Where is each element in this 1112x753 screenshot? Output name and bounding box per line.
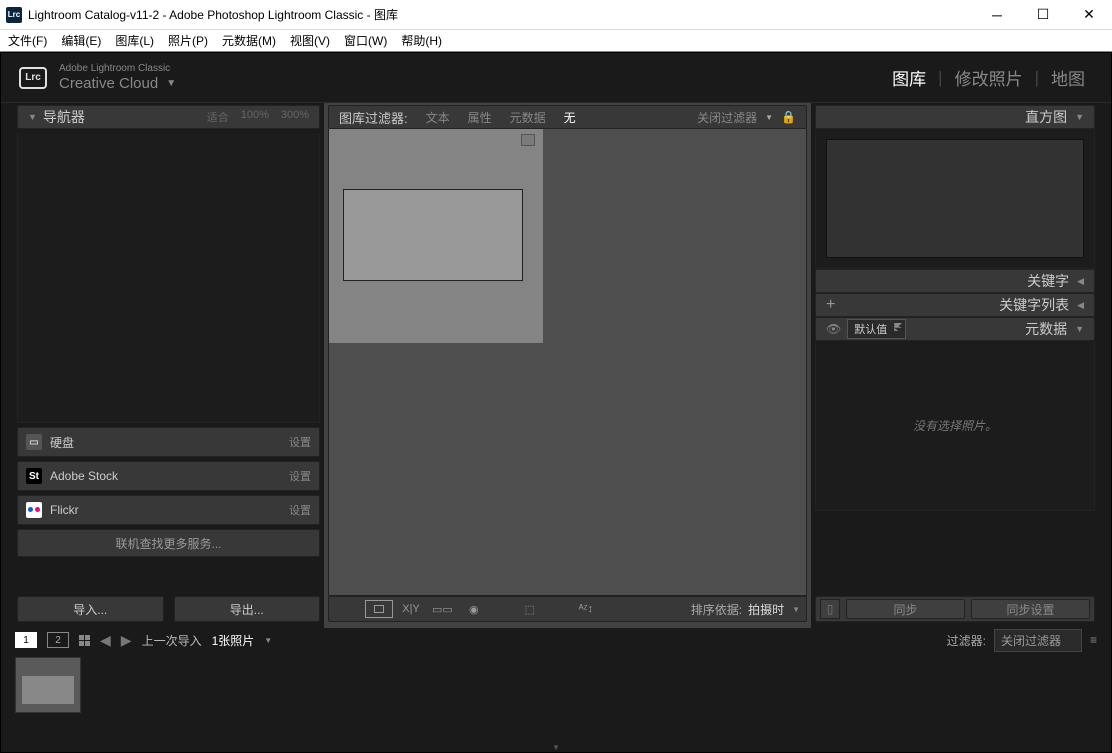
filter-meta[interactable]: 元数据 xyxy=(510,109,546,126)
loupe-view-icon[interactable] xyxy=(365,600,393,618)
triangle-down-icon: ▼ xyxy=(1075,324,1084,334)
photo-count: 1张照片 xyxy=(212,632,255,649)
export-button[interactable]: 导出... xyxy=(174,596,321,622)
menu-edit[interactable]: 编辑(E) xyxy=(61,32,101,49)
lock-icon[interactable]: 🔒 xyxy=(781,110,796,124)
navigator-preview[interactable] xyxy=(17,133,320,423)
maximize-button[interactable]: ☐ xyxy=(1020,0,1066,30)
harddisk-icon: ▭ xyxy=(26,434,42,450)
compare-view-icon[interactable]: X|Y xyxy=(399,600,423,618)
thumbnail-image[interactable] xyxy=(343,189,523,281)
import-button[interactable]: 导入... xyxy=(17,596,164,622)
sort-value[interactable]: 拍摄时 xyxy=(748,601,784,618)
chevron-down-icon[interactable]: ▼ xyxy=(264,636,272,645)
window-titlebar: Lrc Lightroom Catalog-v11-2 - Adobe Phot… xyxy=(0,0,1112,30)
zoom-100[interactable]: 100% xyxy=(241,109,269,125)
histogram-header[interactable]: 直方图 ▼ xyxy=(815,105,1095,129)
menu-file[interactable]: 文件(F) xyxy=(8,32,47,49)
triangle-left-icon: ◀ xyxy=(1077,300,1084,311)
filter-none[interactable]: 无 xyxy=(564,109,576,126)
menu-photo[interactable]: 照片(P) xyxy=(168,32,208,49)
metadata-preset-select[interactable]: 默认值 xyxy=(847,319,906,339)
menu-help[interactable]: 帮助(H) xyxy=(401,32,442,49)
navigator-header[interactable]: ▼ 导航器 适合 100% 300% xyxy=(17,105,320,129)
lrc-logo: Lrc xyxy=(19,67,47,89)
sync-toggle-icon[interactable]: ▯ xyxy=(820,599,840,619)
flickr-icon xyxy=(26,502,42,518)
menu-metadata[interactable]: 元数据(M) xyxy=(222,32,276,49)
module-bar: Lrc Adobe Lightroom Classic Creative Clo… xyxy=(1,53,1111,103)
sync-button[interactable]: 同步 xyxy=(846,599,965,619)
close-filter[interactable]: 关闭过滤器 xyxy=(697,109,757,126)
filter-menu-icon[interactable]: ≡ xyxy=(1090,633,1097,647)
close-button[interactable]: ✕ xyxy=(1066,0,1112,30)
filmstrip[interactable] xyxy=(1,652,1111,742)
main-window-icon[interactable]: 1 xyxy=(15,632,37,648)
plus-icon[interactable]: + xyxy=(826,296,835,314)
brand-text: Adobe Lightroom Classic Creative Cloud▼ xyxy=(59,63,176,93)
grid-view-icon[interactable] xyxy=(335,600,359,618)
triangle-left-icon: ◀ xyxy=(1077,276,1084,287)
zoom-300[interactable]: 300% xyxy=(281,109,309,125)
chevron-down-icon[interactable]: ▼ xyxy=(166,78,176,90)
keywords-header[interactable]: 关键字 ◀ xyxy=(815,269,1095,293)
chevron-down-icon[interactable]: ▼ xyxy=(792,605,800,614)
sync-settings-button[interactable]: 同步设置 xyxy=(971,599,1090,619)
library-filter-bar: 图库过滤器: 文本 属性 元数据 无 关闭过滤器 ▼ 🔒 xyxy=(328,105,807,129)
window-title: Lightroom Catalog-v11-2 - Adobe Photosho… xyxy=(28,6,974,23)
zoom-fit[interactable]: 适合 xyxy=(207,109,229,125)
filmstrip-thumb[interactable] xyxy=(15,657,81,713)
adobestock-icon: St xyxy=(26,468,42,484)
thumbnail-cell[interactable] xyxy=(329,129,543,343)
keywordlist-header[interactable]: + 关键字列表 ◀ xyxy=(815,293,1095,317)
menu-view[interactable]: 视图(V) xyxy=(290,32,330,49)
prev-arrow-icon[interactable]: ◀ xyxy=(100,632,111,649)
thumbnail-grid[interactable] xyxy=(328,129,807,596)
menu-library[interactable]: 图库(L) xyxy=(115,32,154,49)
triangle-down-icon: ▼ xyxy=(1075,112,1084,122)
service-harddisk[interactable]: ▭ 硬盘 设置 xyxy=(17,427,320,457)
menu-window[interactable]: 窗口(W) xyxy=(344,32,387,49)
spray-icon[interactable]: ⬚ xyxy=(518,600,542,618)
service-adobestock[interactable]: St Adobe Stock 设置 xyxy=(17,461,320,491)
filmstrip-filter-select[interactable]: 关闭过滤器 xyxy=(994,629,1082,652)
sort-direction-icon[interactable]: ᴬᶻ↕ xyxy=(574,600,598,618)
module-library[interactable]: 图库 xyxy=(884,65,934,90)
find-more-services[interactable]: 联机查找更多服务... xyxy=(17,529,320,557)
minimize-button[interactable]: ─ xyxy=(974,0,1020,30)
second-window-icon[interactable]: 2 xyxy=(47,632,69,648)
app-icon: Lrc xyxy=(6,7,22,23)
source-label[interactable]: 上一次导入 xyxy=(142,632,202,649)
module-develop[interactable]: 修改照片 xyxy=(947,65,1031,90)
grid-small-icon[interactable] xyxy=(79,635,90,646)
histogram-body xyxy=(815,129,1095,269)
module-map[interactable]: 地图 xyxy=(1043,65,1093,90)
flag-icon[interactable] xyxy=(521,134,535,146)
eye-icon[interactable]: 👁 xyxy=(826,322,841,336)
triangle-down-icon: ▼ xyxy=(28,112,37,122)
service-flickr[interactable]: Flickr 设置 xyxy=(17,495,320,525)
collapse-handle-icon[interactable]: ▼ xyxy=(1,742,1111,752)
menubar: 文件(F) 编辑(E) 图库(L) 照片(P) 元数据(M) 视图(V) 窗口(… xyxy=(0,30,1112,52)
next-arrow-icon[interactable]: ▶ xyxy=(121,632,132,649)
filter-text[interactable]: 文本 xyxy=(426,109,450,126)
people-view-icon[interactable]: ◉ xyxy=(462,600,486,618)
chevron-down-icon[interactable]: ▼ xyxy=(765,113,773,122)
metadata-body: 没有选择照片。 xyxy=(815,341,1095,511)
metadata-header[interactable]: 👁 默认值 元数据 ▼ xyxy=(815,317,1095,341)
filter-attr[interactable]: 属性 xyxy=(468,109,492,126)
center-toolbar: X|Y ▭▭ ◉ ⬚ ᴬᶻ↕ 排序依据: 拍摄时 ▼ xyxy=(328,596,807,622)
filmstrip-header: 1 2 ◀ ▶ 上一次导入 1张照片 ▼ 过滤器: 关闭过滤器 ≡ xyxy=(1,628,1111,652)
survey-view-icon[interactable]: ▭▭ xyxy=(429,600,456,618)
